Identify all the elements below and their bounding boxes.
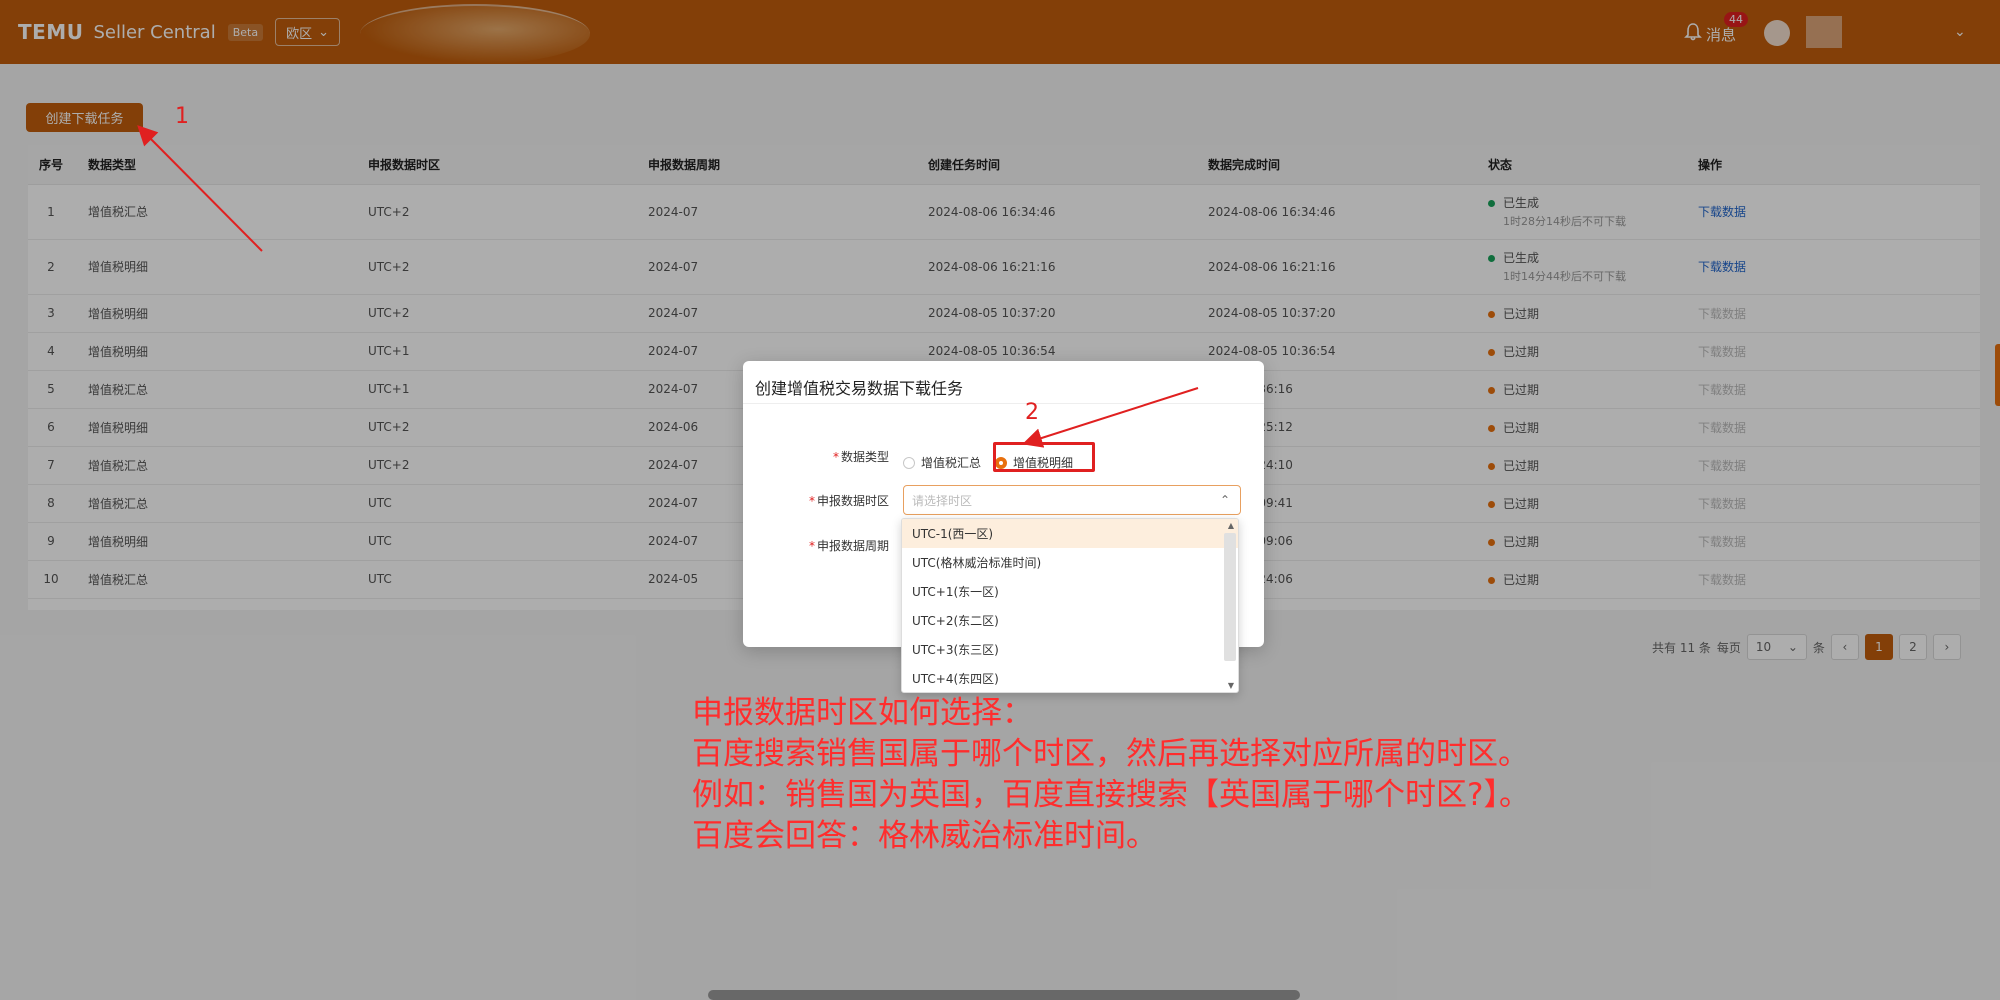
annotation-line: 申报数据时区如何选择： <box>692 695 1033 731</box>
annotation-line: 百度搜索销售国属于哪个时区，然后再选择对应所属的时区。 <box>692 736 1529 772</box>
annotation-line: 例如：销售国为英国，百度直接搜索【英国属于哪个时区?】。 <box>692 777 1530 813</box>
annotation-line: 百度会回答：格林威治标准时间。 <box>692 818 1157 854</box>
arrow-step-1 <box>137 125 263 252</box>
annotation-note: 申报数据时区如何选择： 百度搜索销售国属于哪个时区，然后再选择对应所属的时区。 … <box>692 693 1530 857</box>
arrow-step-2 <box>1022 387 1199 448</box>
